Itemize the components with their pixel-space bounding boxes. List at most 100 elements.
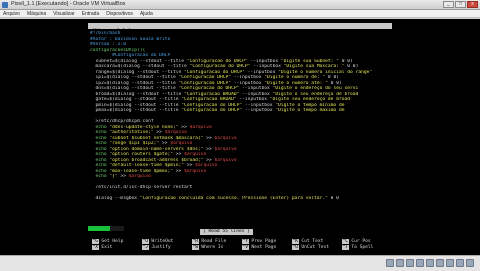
shortcut-label: UnCut Text: [298, 245, 329, 250]
shortcut-item: ^U UnCut Text: [292, 245, 342, 251]
code-token: echo: [90, 152, 110, 157]
hdd-icon[interactable]: [386, 259, 394, 267]
code-token: gate=$(dialog --stdout --title: [90, 97, 182, 102]
code-token: >>: [153, 130, 165, 135]
code-editor[interactable]: #!/bin/bash #Autor : Davidson Sousa Brito…: [90, 31, 390, 202]
code-token: "Configuracao do DHCP": [181, 108, 243, 113]
shortcut-label: Where Is: [198, 245, 224, 250]
code-token: #!/bin/bash: [90, 31, 121, 36]
code-token: /etc/init.d/isc-dhcp-server restart: [90, 185, 193, 190]
code-token: ip1=$(dialog --stdout --title: [90, 75, 179, 80]
display-icon[interactable]: [436, 259, 444, 267]
record-icon[interactable]: [446, 259, 454, 267]
code-token: >>: [117, 174, 129, 179]
code-token: #Configuracao do DHCP: [90, 53, 171, 58]
shortcut-item: ^J Justify: [142, 245, 192, 251]
code-token: "Configuracao do DHCP": [181, 102, 243, 108]
window-controls: _ □ x: [443, 1, 478, 8]
menu-visualizar[interactable]: Visualizar: [53, 10, 75, 17]
code-token: "Digite o seu endereço de broad: [272, 91, 359, 97]
code-token: >>: [178, 124, 190, 130]
code-token: --inputbox: [236, 97, 270, 102]
code-token: --inputbox: [242, 102, 276, 108]
shortcut-label: Next Page: [248, 245, 277, 250]
window-title: Pisvil_1.1 [Executando] - Oracle VM Virt…: [11, 1, 126, 7]
code-token: --inputbox: [231, 75, 265, 80]
code-token: $arquivo: [164, 130, 187, 135]
code-token: pmax=$(dialog --stdout --title: [90, 108, 182, 113]
vm-statusbar: [0, 255, 480, 271]
code-token: "Digite sua Subnet: ": [280, 58, 339, 64]
menu-ajuda[interactable]: Ajuda: [140, 10, 153, 17]
mouse-icon[interactable]: [456, 259, 464, 267]
nano-status: [ Read 55 lines ]: [200, 229, 254, 235]
code-token: >>: [159, 141, 171, 146]
code-token: $arquivo: [214, 146, 237, 152]
code-token: "Digite seu endereço de broad: [269, 97, 351, 102]
shortcut-label: Prev Page: [248, 239, 277, 244]
menu-entrada[interactable]: Entrada: [82, 10, 100, 17]
code-token: range=$(dialog --stdout --title: [90, 69, 185, 75]
shortcut-label: Cut Text: [298, 239, 324, 244]
code-token: 0 0): [327, 80, 342, 86]
virtualbox-icon: [2, 1, 8, 8]
shared-folder-icon[interactable]: [426, 259, 434, 267]
close-button[interactable]: x: [467, 1, 478, 8]
code-token: "Configuracao do DHCP": [189, 64, 251, 69]
code-token: dialog --msgbox: [90, 196, 140, 201]
code-token: #Versao : 2.0: [90, 42, 126, 47]
code-token: --inputbox: [247, 58, 281, 64]
code-token: #Autor : Davidson Sousa Brito: [90, 36, 171, 42]
code-token: $arquivo: [214, 157, 237, 163]
maximize-button[interactable]: □: [455, 1, 466, 8]
vm-display[interactable]: GNU nano 2.2.6 File: dhcp.sh #!/bin/bash…: [0, 19, 480, 255]
optical-icon[interactable]: [396, 259, 404, 267]
nano-header: GNU nano 2.2.6 File: dhcp.sh: [88, 23, 392, 40]
code-token: "Digite o endereço do seu servi: [272, 86, 359, 91]
shortcut-label: WriteOut: [148, 239, 174, 244]
network-icon[interactable]: [416, 259, 424, 267]
code-token: "option broadcast-address $broad;": [109, 157, 204, 163]
code-token: >>: [203, 135, 215, 141]
code-token: "Configuracao DHCP": [178, 80, 232, 86]
minimize-button[interactable]: _: [443, 1, 454, 8]
code-token: 0 0: [327, 196, 339, 201]
shortcut-label: To Spell: [348, 245, 374, 250]
menu-arquivo[interactable]: Arquivo: [3, 10, 20, 17]
code-token: $arquivo: [195, 163, 218, 168]
code-token: $arquivo: [214, 135, 237, 141]
code-token: echo: [90, 141, 110, 146]
code-token: "range $ip1 $ip2;": [109, 141, 160, 146]
code-token: "ddns-update-style none;": [109, 124, 179, 130]
code-token: --inputbox: [239, 91, 273, 97]
code-token: echo: [90, 174, 110, 179]
code-line: dialog --msgbox "Configuracao concluida …: [90, 196, 390, 202]
code-token: "}": [109, 174, 118, 179]
vm-device-icons: [386, 259, 474, 267]
menu-maquina[interactable]: Máquina: [27, 10, 46, 17]
code-token: >/etc/dhcp/dhcpd.conf: [90, 119, 154, 124]
code-token: >>: [203, 146, 215, 152]
code-token: "Digite sua Mascara: ": [283, 64, 345, 69]
code-token: "Digite o tempo minimo de: [275, 102, 345, 108]
code-token: "subnet $subnet netmask $mascara{": [109, 135, 204, 141]
code-token: "Digite o numero de: ": [264, 75, 326, 80]
usb-icon[interactable]: [406, 259, 414, 267]
code-token: echo: [90, 146, 110, 152]
code-token: subnet=$(dialog --stdout --title: [90, 58, 187, 64]
code-token: ip2=$(dialog --stdout --title: [90, 80, 179, 86]
terminal[interactable]: GNU nano 2.2.6 File: dhcp.sh #!/bin/bash…: [88, 19, 392, 255]
code-token: "Configuracao DHCP": [178, 75, 232, 80]
code-token: echo: [90, 163, 110, 168]
code-token: echo: [90, 124, 110, 130]
nano-shortcuts: ^G Get Help ^O WriteOut ^R Read File ^Y Pre…: [92, 239, 392, 251]
progress-bar: [88, 226, 124, 231]
shortcut-label: Read File: [198, 239, 227, 244]
window-titlebar: Pisvil_1.1 [Executando] - Oracle VM Virt…: [0, 0, 480, 10]
keyboard-icon[interactable]: [466, 259, 474, 267]
menu-dispositivos[interactable]: Dispositivos: [106, 10, 133, 17]
code-token: "Digite o numero até: ": [264, 80, 328, 86]
code-token: --inputbox: [250, 64, 284, 69]
code-token: echo: [90, 157, 110, 163]
code-token: broad=$(dialog --stdout --title: [90, 91, 185, 97]
